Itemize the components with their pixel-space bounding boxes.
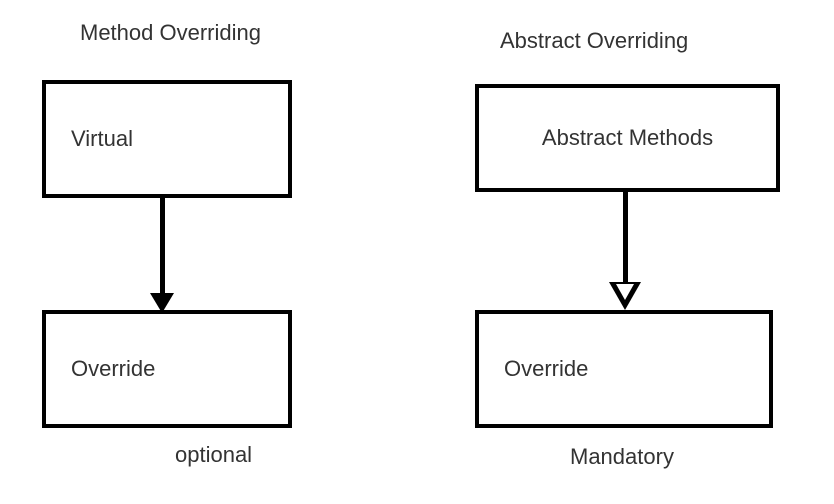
override-right-box: Override bbox=[475, 310, 773, 428]
abstract-overriding-title: Abstract Overriding bbox=[500, 28, 688, 54]
arrow-left-head-icon bbox=[150, 293, 174, 313]
override-right-box-label: Override bbox=[504, 356, 588, 382]
mandatory-caption: Mandatory bbox=[570, 444, 674, 470]
virtual-box-label: Virtual bbox=[71, 126, 133, 152]
abstract-methods-box: Abstract Methods bbox=[475, 84, 780, 192]
arrow-right-line bbox=[623, 192, 628, 284]
optional-caption: optional bbox=[175, 442, 252, 468]
arrow-left-line bbox=[160, 198, 165, 298]
method-overriding-title: Method Overriding bbox=[80, 20, 261, 46]
virtual-box: Virtual bbox=[42, 80, 292, 198]
override-left-box-label: Override bbox=[71, 356, 155, 382]
arrow-right-head-icon bbox=[609, 282, 641, 310]
abstract-methods-box-label: Abstract Methods bbox=[542, 125, 713, 151]
override-left-box: Override bbox=[42, 310, 292, 428]
